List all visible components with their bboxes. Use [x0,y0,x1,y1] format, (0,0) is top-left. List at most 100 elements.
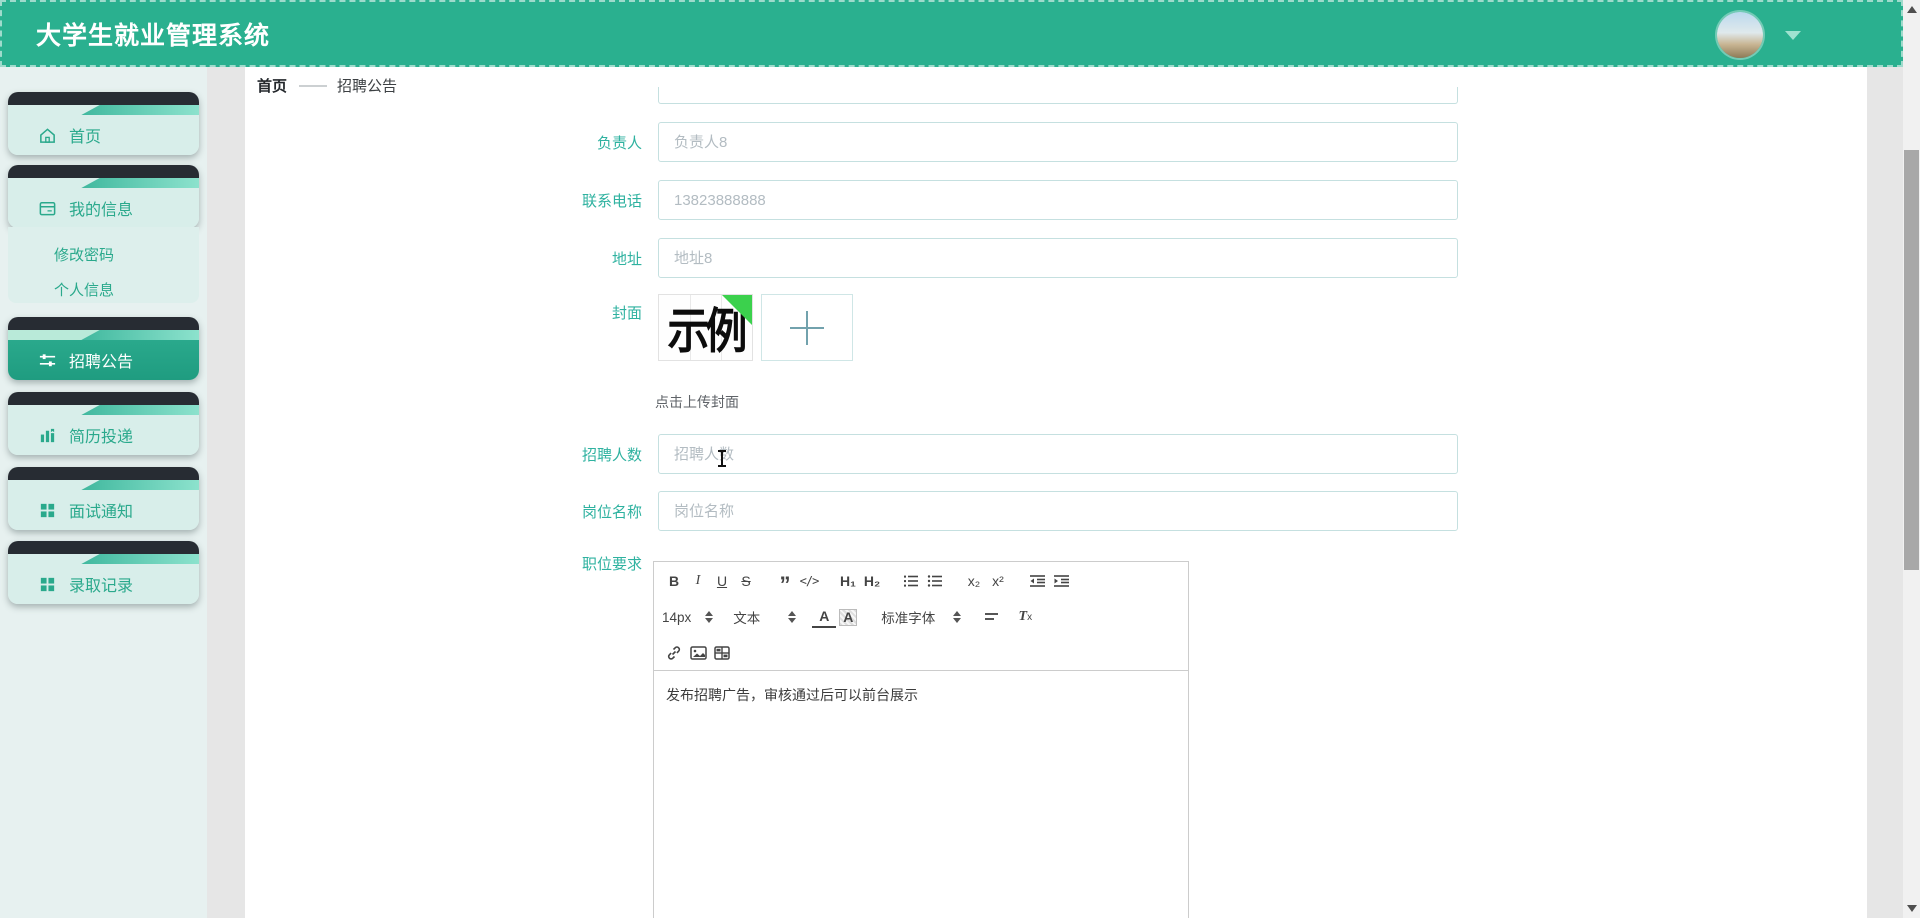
breadcrumb-home[interactable]: 首页 [257,75,287,96]
text-style-value: 文本 [733,611,761,626]
card-stripe [8,554,199,564]
clean-format-button[interactable]: Tx [1013,606,1037,628]
scroll-down-icon[interactable] [1907,905,1917,912]
cover-upload-button[interactable] [761,294,853,361]
header-1-button[interactable]: H₁ [836,570,860,592]
breadcrumb: 首页 —— 招聘公告 [257,75,397,96]
address-label: 地址 [611,250,642,268]
form-row-position: 岗位名称 [245,491,1458,531]
superscript-button[interactable]: x² [986,570,1010,592]
indent-button[interactable] [1049,570,1073,592]
text-color-button[interactable]: A [812,606,837,628]
italic-button[interactable]: I [686,570,710,592]
manager-input[interactable] [658,122,1458,162]
card-top-bar [8,541,199,554]
my-info-submenu: 修改密码 个人信息 [8,227,199,303]
sidebar-item-resume-delivery[interactable]: 简历投递 [8,392,199,455]
sidebar-item-label: 我的信息 [69,202,134,219]
form-row-cover: 封面 示例 [245,294,853,361]
app-title: 大学生就业管理系统 [36,21,271,50]
card-top-bar [8,392,199,405]
cover-upload-hint: 点击上传封面 [655,394,739,410]
strikethrough-button[interactable]: S [734,570,758,592]
subscript-button[interactable]: x₂ [962,570,986,592]
chevron-down-icon[interactable] [1785,30,1801,40]
font-family-value: 标准字体 [881,611,936,626]
blockquote-button[interactable]: ” [773,570,797,596]
card-stripe [8,330,199,340]
bullet-list-button[interactable] [923,570,947,592]
card-top-bar [8,467,199,480]
profile-card-icon [39,201,56,215]
headcount-input[interactable] [658,434,1458,474]
card-stripe [8,105,199,115]
link-button[interactable] [662,642,686,664]
picker-arrows-icon [705,611,714,623]
user-menu[interactable] [1717,12,1801,58]
form-row-address: 地址 [245,238,1458,278]
app-header: 大学生就业管理系统 [0,0,1903,67]
sidebar-item-home[interactable]: 首页 [8,92,199,155]
grid-icon [40,503,55,517]
card-stripe [8,178,199,188]
rich-text-editor: B I U S ” </> H₁ H₂ x₂ x² 14px 文本 A A 标准… [653,561,1189,918]
card-stripe [8,405,199,415]
sidebar-item-label: 录取记录 [69,578,134,595]
cover-label: 封面 [611,305,642,322]
sidebar-item-label: 面试通知 [69,504,134,521]
clipped-input-above[interactable] [658,87,1458,104]
cover-image-thumbnail[interactable]: 示例 [658,294,753,361]
font-size-value: 14px [662,609,692,625]
image-button[interactable] [686,642,710,664]
code-block-button[interactable]: </> [797,570,821,592]
sidebar-item-label: 首页 [69,129,102,146]
phone-input[interactable] [658,180,1458,220]
header-2-button[interactable]: H₂ [860,570,884,592]
underline-button[interactable]: U [710,570,734,592]
sidebar-subitem-personal-info[interactable]: 个人信息 [8,272,199,307]
align-button[interactable] [979,606,1003,628]
main-content: 首页 —— 招聘公告 负责人 联系电话 地址 封面 示例 点击上传封面 招聘人数 [245,67,1867,918]
position-input[interactable] [658,491,1458,531]
card-top-bar [8,92,199,105]
editor-toolbar: B I U S ” </> H₁ H₂ x₂ x² 14px 文本 A A 标准… [654,562,1188,671]
sidebar-item-label: 简历投递 [69,429,134,446]
sidebar-item-admission-record[interactable]: 录取记录 [8,541,199,604]
outdent-button[interactable] [1025,570,1049,592]
sidebar: 首页 我的信息 修改密码 个人信息 招聘公告 简历投递 面试通知 录取记录 [0,67,207,918]
grid-icon [40,577,55,591]
scrollbar-thumb[interactable] [1904,150,1919,570]
user-avatar[interactable] [1717,12,1763,58]
form-row-manager: 负责人 [245,122,1458,162]
sliders-icon [39,353,56,366]
headcount-label: 招聘人数 [581,446,642,464]
card-top-bar [8,165,199,178]
video-button[interactable] [710,642,734,664]
sidebar-item-label: 招聘公告 [69,354,134,371]
font-family-picker[interactable]: 标准字体 [881,607,967,627]
plus-icon [790,310,824,345]
editor-content[interactable]: 发布招聘广告，审核通过后可以前台展示 [654,671,1188,918]
text-style-picker[interactable]: 文本 [733,607,802,627]
breadcrumb-separator: —— [299,77,327,94]
ordered-list-button[interactable] [899,570,923,592]
sidebar-item-recruit-notice[interactable]: 招聘公告 [8,317,199,380]
phone-label: 联系电话 [581,192,642,210]
scroll-up-icon[interactable] [1907,6,1917,13]
card-top-bar [8,317,199,330]
bar-chart-icon [40,428,55,442]
bold-button[interactable]: B [662,570,686,592]
sidebar-item-interview-notice[interactable]: 面试通知 [8,467,199,530]
background-color-button[interactable]: A [839,608,858,626]
home-icon [40,127,55,143]
picker-arrows-icon [953,611,962,623]
font-size-picker[interactable]: 14px [662,610,719,625]
manager-label: 负责人 [596,134,642,152]
card-stripe [8,480,199,490]
page-scrollbar[interactable] [1903,0,1920,918]
position-label: 岗位名称 [581,503,642,521]
address-input[interactable] [658,238,1458,278]
picker-arrows-icon [788,611,797,623]
sidebar-item-my-info[interactable]: 我的信息 [8,165,199,228]
sidebar-subitem-change-password[interactable]: 修改密码 [8,237,199,272]
